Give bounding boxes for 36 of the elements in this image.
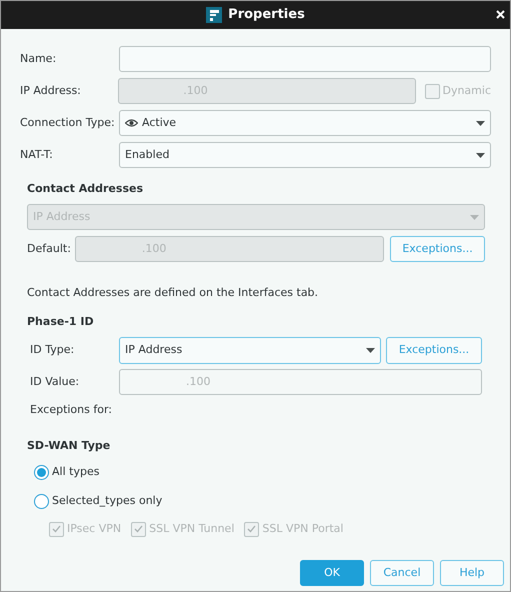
field-label: ID Type: bbox=[30, 342, 76, 358]
check-icon bbox=[247, 525, 256, 534]
caret-icon bbox=[470, 214, 479, 220]
dropdown[interactable]: Enabled bbox=[119, 142, 491, 168]
section-heading: SD-WAN Type bbox=[27, 438, 112, 454]
field-label: Exceptions for: bbox=[29, 402, 114, 418]
caret-icon bbox=[366, 348, 375, 353]
section-heading: Phase-1 ID bbox=[27, 314, 95, 330]
input-field[interactable] bbox=[119, 46, 491, 72]
exceptions-button[interactable]: Exceptions... bbox=[386, 337, 482, 364]
exceptions-button[interactable]: Exceptions... bbox=[390, 236, 485, 262]
field-label: Connection Type: bbox=[20, 114, 116, 131]
field-label: NAT-T: bbox=[20, 146, 54, 163]
section-heading: Contact Addresses bbox=[27, 181, 144, 197]
app-logo-icon bbox=[206, 7, 222, 23]
radio-label[interactable]: All types bbox=[52, 464, 100, 480]
dialog-button[interactable]: Cancel bbox=[370, 560, 434, 586]
id-type-dropdown[interactable]: IP Address bbox=[119, 337, 381, 364]
check-icon bbox=[134, 525, 144, 534]
info-text: Contact Addresses are defined on the Interfaces tab. bbox=[27, 285, 320, 301]
window-title: Properties bbox=[228, 6, 305, 24]
radio-label[interactable]: Selected_types only bbox=[52, 492, 162, 510]
field-label: ID Value: bbox=[30, 374, 80, 390]
id-value-field: .100 bbox=[119, 369, 482, 395]
field-label: IP Address: bbox=[20, 82, 82, 99]
close-icon[interactable] bbox=[496, 10, 505, 19]
dropdown[interactable]: Active bbox=[119, 110, 491, 136]
radio-button[interactable] bbox=[34, 464, 49, 480]
caret-icon bbox=[476, 152, 485, 158]
ok-button[interactable]: OK bbox=[300, 560, 364, 586]
check-icon bbox=[52, 525, 61, 534]
field-label: Name: bbox=[20, 50, 58, 67]
dialog-button[interactable]: Help bbox=[440, 560, 504, 586]
radio-button[interactable] bbox=[34, 494, 49, 508]
caret-icon bbox=[476, 120, 485, 126]
field-label: Default: bbox=[27, 240, 71, 257]
